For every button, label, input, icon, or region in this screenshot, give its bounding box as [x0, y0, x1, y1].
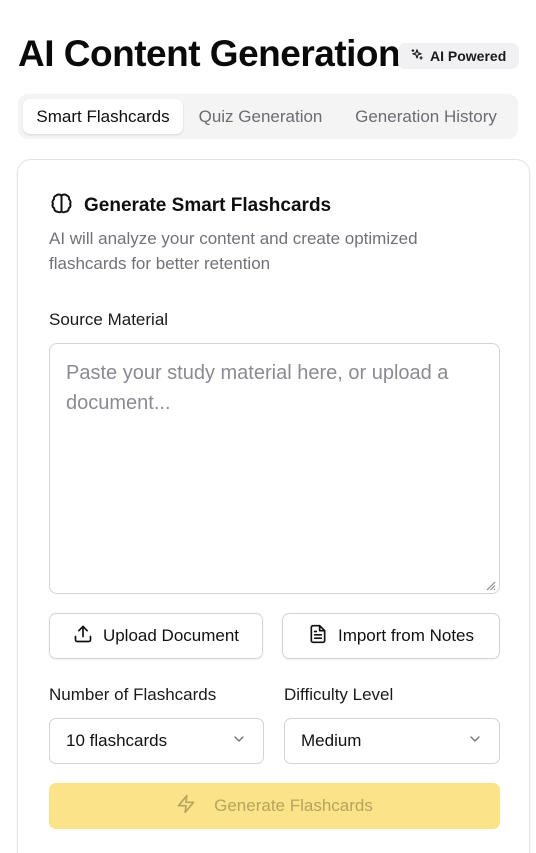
difficulty-level-value: Medium	[301, 731, 362, 750]
card-header: Generate Smart Flashcards	[49, 191, 331, 221]
tab-list: Smart Flashcards Quiz Generation Generat…	[18, 94, 518, 139]
generate-flashcards-button[interactable]: Generate Flashcards	[49, 783, 500, 829]
import-from-notes-button[interactable]: Import from Notes	[282, 613, 500, 659]
page-title: AI Content Generation	[18, 33, 401, 74]
source-material-label: Source Material	[49, 310, 169, 329]
flashcard-count-label: Number of Flashcards	[49, 685, 217, 704]
tab-smart-flashcards[interactable]: Smart Flashcards	[23, 99, 183, 134]
chevron-down-icon	[231, 731, 247, 752]
upload-document-label: Upload Document	[102, 626, 240, 645]
resize-handle-icon[interactable]	[484, 578, 496, 591]
flashcard-count-value: 10 flashcards	[66, 731, 168, 750]
flashcard-count-select[interactable]: 10 flashcards	[49, 718, 264, 764]
chevron-down-icon	[467, 731, 483, 752]
document-icon	[308, 624, 328, 649]
brain-icon	[49, 191, 74, 221]
tab-generation-history[interactable]: Generation History	[340, 99, 512, 134]
ai-powered-badge: AI Powered	[398, 43, 520, 69]
source-material-textarea[interactable]	[49, 343, 500, 594]
import-from-notes-label: Import from Notes	[337, 626, 475, 645]
difficulty-level-select[interactable]: Medium	[284, 718, 500, 764]
card-description: AI will analyze your content and create …	[49, 229, 418, 273]
zap-icon	[176, 794, 196, 819]
generate-flashcards-label: Generate Flashcards	[214, 796, 373, 815]
card-title: Generate Smart Flashcards	[84, 195, 332, 216]
page-header: AI Content Generation AI Powered	[18, 30, 528, 80]
tab-quiz-generation[interactable]: Quiz Generation	[188, 99, 333, 134]
badge-label: AI Powered	[430, 48, 507, 64]
upload-document-button[interactable]: Upload Document	[49, 613, 263, 659]
difficulty-level-label: Difficulty Level	[284, 685, 394, 704]
flashcard-generator-card: Generate Smart Flashcards AI will analyz…	[17, 159, 530, 853]
sparkles-icon	[410, 48, 424, 65]
upload-icon	[73, 624, 93, 649]
